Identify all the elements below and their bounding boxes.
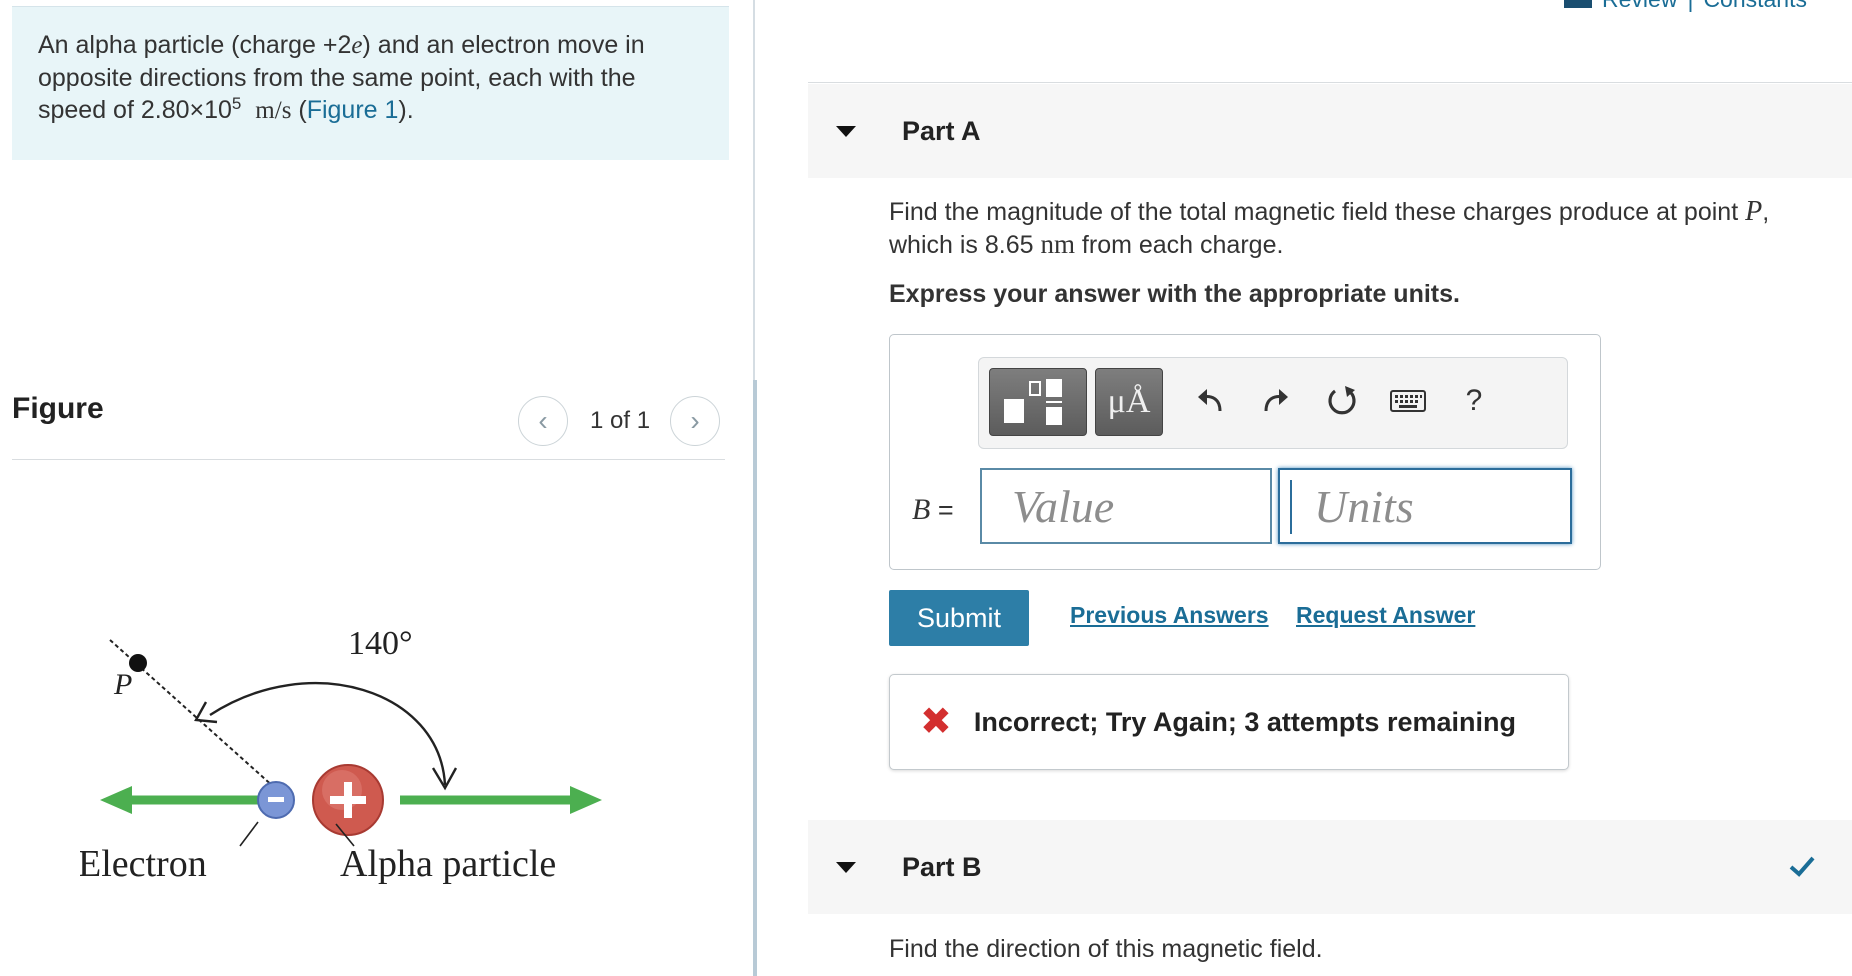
keyboard-icon [1390, 390, 1426, 412]
reset-icon [1328, 386, 1356, 415]
help-button[interactable]: ? [1449, 376, 1499, 426]
right-pane: Review | Constants Part A Find the magni… [757, 0, 1852, 976]
answer-variable: B [912, 493, 931, 526]
collapse-triangle-icon [836, 861, 856, 873]
speed-exponent: 5 [231, 94, 242, 113]
math-toolbar: μÅ ? [978, 357, 1568, 449]
electron-leader [239, 821, 259, 847]
figure-pagination: ‹ 1 of 1 › [518, 396, 721, 446]
collapse-triangle-icon [836, 125, 856, 137]
angle-arc [209, 682, 447, 786]
part-a-header[interactable]: Part A [808, 84, 1852, 178]
feedback-message: Incorrect; Try Again; 3 attempts remaini… [973, 706, 1516, 737]
figure-link[interactable]: Figure 1 [307, 96, 399, 124]
submit-button[interactable]: Submit [889, 590, 1029, 646]
undo-icon [1198, 389, 1222, 412]
answer-instruction: Express your answer with the appropriate… [889, 280, 1460, 308]
alpha-arrowhead [570, 786, 602, 814]
angle-label: 140° [348, 625, 413, 662]
electron-label: Electron [80, 843, 207, 885]
distance-unit: nm [1040, 229, 1075, 259]
text-caret [1290, 480, 1292, 534]
chevron-left-icon: ‹ [538, 405, 548, 436]
chevron-right-icon: › [690, 405, 700, 436]
review-link[interactable]: Review [1602, 0, 1677, 13]
part-b-header[interactable]: Part B [808, 820, 1852, 914]
value-input[interactable]: Value [980, 468, 1272, 544]
figure-prev-button[interactable]: ‹ [518, 396, 568, 446]
book-icon [1564, 0, 1593, 8]
problem-statement: An alpha particle (charge +2e) and an el… [12, 6, 729, 160]
top-divider [808, 82, 1852, 83]
link-separator: | [1687, 0, 1693, 13]
part-a-question: Find the magnitude of the total magnetic… [889, 196, 1819, 261]
charge-variable: e [351, 32, 363, 59]
point-variable: P [1745, 196, 1763, 227]
close-paren: ). [398, 96, 414, 124]
part-b-title: Part B [902, 851, 982, 882]
equals-sign: = [930, 495, 954, 525]
feedback-box: ✖ Incorrect; Try Again; 3 attempts remai… [889, 674, 1569, 770]
redo-button[interactable] [1251, 376, 1301, 426]
part-b-question: Find the direction of this magnetic fiel… [889, 935, 1323, 963]
keyboard-button[interactable] [1383, 376, 1433, 426]
minus-icon [268, 797, 284, 802]
top-links: Review | Constants [1564, 0, 1807, 13]
figure-counter: 1 of 1 [590, 407, 651, 434]
speed-unit: m/s [255, 97, 292, 124]
units-button[interactable]: μÅ [1095, 368, 1163, 436]
request-answer-link[interactable]: Request Answer [1296, 602, 1475, 629]
plus-icon-v [344, 782, 352, 818]
left-pane: An alpha particle (charge +2e) and an el… [0, 0, 755, 976]
error-x-icon: ✖ [920, 701, 952, 743]
point-p-label: P [113, 668, 132, 701]
redo-icon [1264, 389, 1288, 412]
reset-button[interactable] [1317, 376, 1367, 426]
figure-diagram: P 140° Electron Alpha particle [80, 625, 602, 885]
question-text-1: Find the magnitude of the total magnetic… [889, 198, 1746, 226]
checkmark-icon [1789, 856, 1815, 877]
units-placeholder: Units [1314, 480, 1414, 532]
figure-heading: Figure [12, 392, 104, 425]
answer-box: μÅ ? B = Value Units [889, 334, 1601, 570]
question-text-3: from each charge. [1074, 231, 1284, 259]
open-paren: ( [291, 96, 307, 124]
previous-answers-link[interactable]: Previous Answers [1070, 602, 1269, 629]
alpha-label: Alpha particle [340, 843, 556, 885]
figure-divider [12, 459, 725, 460]
problem-text-1: An alpha particle (charge +2 [38, 31, 352, 59]
constants-link[interactable]: Constants [1703, 0, 1807, 13]
answer-label: B = [912, 493, 954, 527]
fraction-template-icon [1004, 379, 1062, 425]
units-input[interactable]: Units [1278, 468, 1572, 544]
template-button[interactable] [989, 368, 1087, 436]
figure-next-button[interactable]: › [670, 396, 721, 446]
electron-arrowhead [100, 786, 132, 814]
undo-button[interactable] [1185, 376, 1235, 426]
part-a-title: Part A [902, 115, 981, 146]
